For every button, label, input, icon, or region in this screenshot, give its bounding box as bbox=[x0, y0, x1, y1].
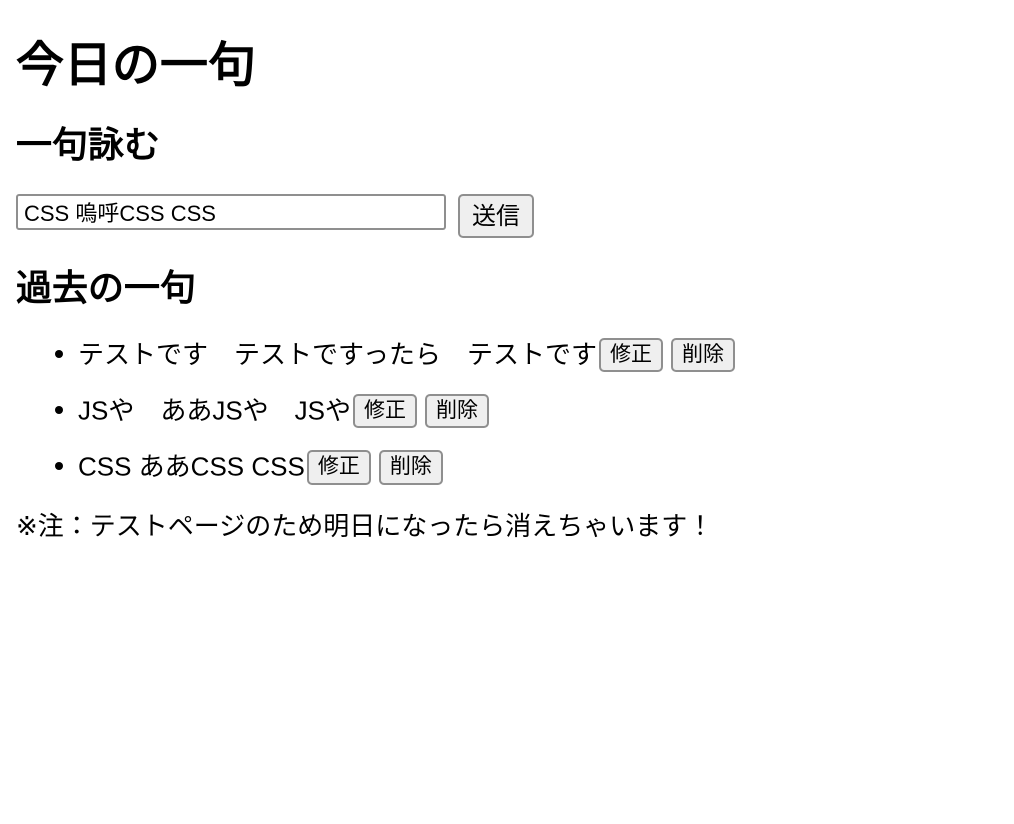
list-item: テストです テストですったら テストです修正削除 bbox=[78, 338, 1006, 373]
haiku-text: テストです テストですったら テストです bbox=[78, 339, 597, 370]
delete-button[interactable]: 削除 bbox=[670, 338, 735, 373]
haiku-text: CSS ああCSS CSS bbox=[78, 451, 305, 482]
haiku-list: テストです テストですったら テストです修正削除 JSや ああJSや JSや修正… bbox=[8, 338, 1006, 485]
page-container: 今日の一句 一句詠む 送信 過去の一句 テストです テストですったら テストです… bbox=[0, 0, 1014, 550]
list-item: JSや ああJSや JSや修正削除 bbox=[78, 394, 1006, 429]
edit-button[interactable]: 修正 bbox=[353, 394, 418, 429]
delete-button[interactable]: 削除 bbox=[378, 450, 443, 485]
list-item: CSS ああCSS CSS修正削除 bbox=[78, 450, 1006, 485]
haiku-input[interactable] bbox=[16, 194, 446, 231]
edit-button[interactable]: 修正 bbox=[306, 450, 371, 485]
delete-button[interactable]: 削除 bbox=[425, 394, 490, 429]
footer-note: ※注：テストページのため明日になったら消えちゃいます！ bbox=[16, 510, 714, 541]
compose-section-heading: 一句詠む bbox=[16, 123, 161, 165]
past-section-heading: 過去の一句 bbox=[16, 267, 197, 309]
submit-button[interactable]: 送信 bbox=[458, 194, 534, 239]
compose-form: 送信 bbox=[16, 194, 1006, 239]
haiku-text: JSや ああJSや JSや bbox=[78, 395, 352, 426]
edit-button[interactable]: 修正 bbox=[598, 338, 663, 373]
page-title: 今日の一句 bbox=[16, 39, 257, 92]
